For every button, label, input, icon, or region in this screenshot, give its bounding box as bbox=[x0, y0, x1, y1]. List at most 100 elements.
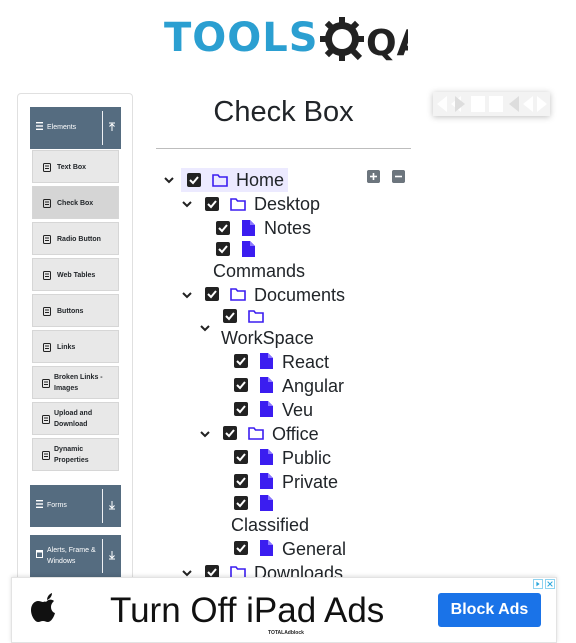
checkbox-checked-icon[interactable] bbox=[234, 541, 248, 555]
expand-arrow-icon bbox=[109, 501, 115, 510]
tree-node-general[interactable]: General bbox=[282, 537, 346, 561]
tree-node-react[interactable]: React bbox=[282, 350, 329, 374]
close-icon[interactable] bbox=[545, 579, 555, 589]
file-icon bbox=[242, 241, 255, 257]
checkbox-checked-icon[interactable] bbox=[234, 354, 248, 368]
menu-item-links[interactable]: Links bbox=[32, 330, 119, 363]
file-icon bbox=[260, 473, 273, 489]
checkbox-checked-icon[interactable] bbox=[234, 378, 248, 392]
group-label-elements: Elements bbox=[47, 124, 77, 131]
chevron-down-icon[interactable] bbox=[199, 322, 211, 334]
menu-item-buttons[interactable]: Buttons bbox=[32, 294, 119, 327]
form-icon bbox=[43, 307, 51, 316]
tree-node-private[interactable]: Private bbox=[282, 470, 338, 494]
menu-item-broken-links-images[interactable]: Broken Links - Images bbox=[32, 366, 119, 399]
menu-item-label: Buttons bbox=[57, 308, 84, 315]
menu-item-label: Text Box bbox=[57, 164, 87, 171]
list-icon bbox=[36, 122, 43, 130]
group-header-forms[interactable]: Forms bbox=[30, 485, 121, 527]
page: TOOLS QA Elements bbox=[0, 0, 576, 643]
file-icon bbox=[260, 353, 273, 369]
checkbox-checked-icon[interactable] bbox=[205, 197, 219, 211]
menu-item-label: Links bbox=[57, 344, 76, 351]
file-icon bbox=[260, 495, 273, 511]
ad-arrows-icon bbox=[433, 92, 550, 116]
form-icon bbox=[42, 379, 50, 388]
divider bbox=[156, 148, 411, 149]
ad-brand: TOTALAdblock bbox=[268, 630, 304, 636]
menu-item-upload-and-download[interactable]: Upload and Download bbox=[32, 402, 119, 435]
file-icon bbox=[260, 401, 273, 417]
checkbox-checked-icon[interactable] bbox=[187, 173, 201, 187]
file-icon bbox=[260, 449, 273, 465]
menu-item-label: Check Box bbox=[57, 200, 94, 207]
tree-node-angular[interactable]: Angular bbox=[282, 374, 344, 398]
menu-item-radio-button[interactable]: Radio Button bbox=[32, 222, 119, 255]
menu-item-label: Dynamic Properties bbox=[54, 446, 89, 464]
tree-node-public[interactable]: Public bbox=[282, 446, 331, 470]
form-icon bbox=[43, 235, 51, 244]
logo-suffix: QA bbox=[366, 23, 408, 64]
apple-logo-icon bbox=[31, 593, 55, 622]
checkbox-checked-icon[interactable] bbox=[234, 450, 248, 464]
group-header-elements[interactable]: Elements bbox=[30, 107, 121, 149]
toolsqa-logo[interactable]: TOOLS QA bbox=[164, 12, 408, 68]
checkbox-checked-icon[interactable] bbox=[216, 242, 230, 256]
menu-item-label: Broken Links - Images bbox=[54, 374, 103, 392]
group-header-alerts[interactable]: Alerts, Frame & Windows bbox=[30, 535, 121, 577]
left-panel: Elements Text Box Check Box Radio Button… bbox=[17, 93, 133, 643]
menu-item-label: Web Tables bbox=[57, 272, 96, 279]
window-icon bbox=[36, 550, 43, 558]
tree-node-documents[interactable]: Documents bbox=[254, 283, 345, 307]
menu-item-web-tables[interactable]: Web Tables bbox=[32, 258, 119, 291]
ad-headline: Turn Off iPad Ads bbox=[110, 591, 385, 630]
checkbox-checked-icon[interactable] bbox=[216, 221, 230, 235]
gear-q-icon: QA bbox=[320, 17, 408, 64]
tree-node-desktop[interactable]: Desktop bbox=[254, 192, 320, 216]
divider bbox=[102, 111, 103, 145]
form-icon bbox=[43, 271, 51, 280]
group-label-forms: Forms bbox=[47, 502, 67, 509]
expand-arrow-icon bbox=[109, 551, 115, 560]
chevron-down-icon[interactable] bbox=[181, 198, 193, 210]
page-title: Check Box bbox=[213, 96, 354, 128]
folder-icon bbox=[230, 288, 246, 301]
menu-item-dynamic-properties[interactable]: Dynamic Properties bbox=[32, 438, 119, 471]
checkbox-checked-icon[interactable] bbox=[234, 474, 248, 488]
list-icon bbox=[36, 500, 43, 508]
checkbox-checked-icon[interactable] bbox=[234, 402, 248, 416]
menu-item-check-box[interactable]: Check Box bbox=[32, 186, 119, 219]
chevron-down-icon[interactable] bbox=[199, 428, 211, 440]
ad-preview[interactable] bbox=[433, 92, 550, 116]
menu-item-label: Radio Button bbox=[57, 236, 101, 243]
checkbox-checked-icon[interactable] bbox=[223, 426, 237, 440]
folder-icon bbox=[230, 198, 246, 211]
form-icon bbox=[43, 163, 51, 172]
file-icon bbox=[242, 220, 255, 236]
divider bbox=[102, 539, 103, 573]
file-icon bbox=[260, 540, 273, 556]
checkbox-checked-icon[interactable] bbox=[205, 287, 219, 301]
tree-node-workspace[interactable]: WorkSpace bbox=[221, 326, 314, 350]
form-icon bbox=[43, 199, 51, 208]
checkbox-checked-icon[interactable] bbox=[234, 496, 248, 510]
tree-node-veu[interactable]: Veu bbox=[282, 398, 313, 422]
ad-banner[interactable]: Turn Off iPad Ads Block Ads TOTALAdblock bbox=[11, 577, 557, 643]
checkbox-checked-icon[interactable] bbox=[223, 309, 237, 323]
chevron-down-icon[interactable] bbox=[181, 289, 193, 301]
tree-node-classified[interactable]: Classified bbox=[231, 513, 309, 537]
ad-info-icon[interactable] bbox=[533, 579, 543, 589]
tree-node-home[interactable]: Home bbox=[236, 168, 284, 192]
tree-node-notes[interactable]: Notes bbox=[264, 216, 311, 240]
plus-square-icon[interactable] bbox=[367, 170, 380, 183]
chevron-down-icon[interactable] bbox=[163, 174, 175, 186]
folder-icon bbox=[212, 174, 228, 187]
form-icon bbox=[42, 451, 50, 460]
tree-node-office[interactable]: Office bbox=[272, 422, 319, 446]
divider bbox=[102, 489, 103, 523]
tree-node-commands[interactable]: Commands bbox=[213, 259, 305, 283]
block-ads-button[interactable]: Block Ads bbox=[438, 593, 541, 627]
minus-square-icon[interactable] bbox=[392, 170, 405, 183]
menu-item-text-box[interactable]: Text Box bbox=[32, 150, 119, 183]
logo-word: TOOLS bbox=[164, 15, 319, 61]
